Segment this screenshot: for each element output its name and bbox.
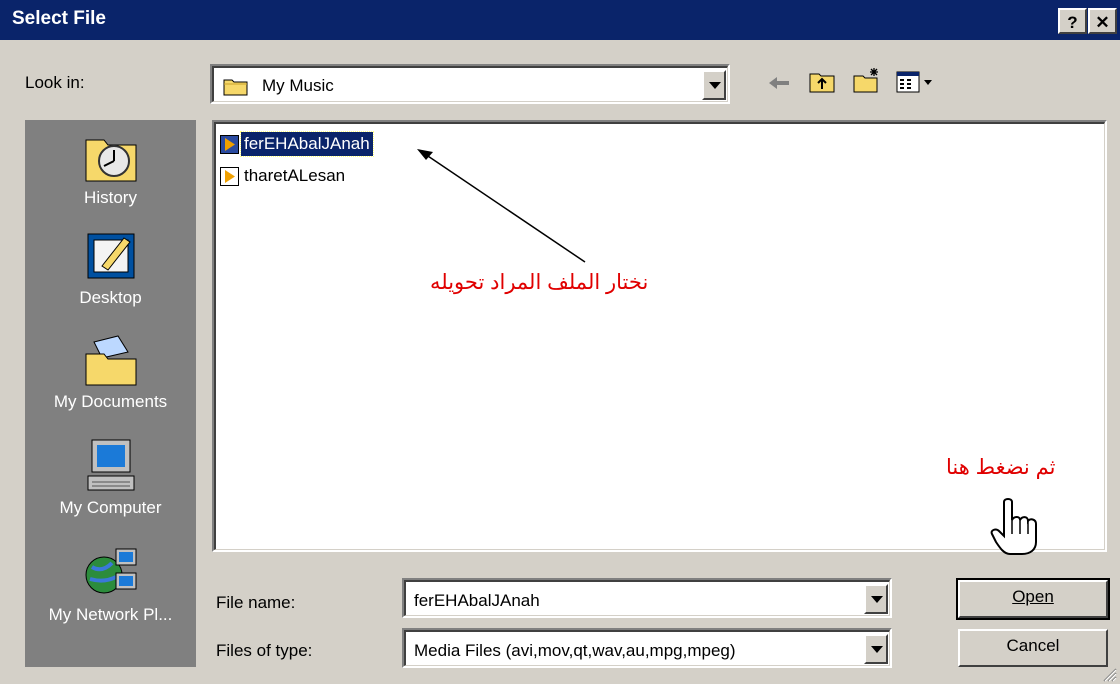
- title-bar: [0, 0, 1120, 40]
- places-item-history[interactable]: History: [25, 128, 196, 208]
- look-in-combobox[interactable]: My Music: [210, 64, 730, 104]
- file-name: ferEHAbalJAnah: [240, 131, 374, 157]
- my-computer-icon: [87, 439, 134, 491]
- file-name-label: File name:: [216, 593, 296, 612]
- resize-grip-icon[interactable]: [1100, 666, 1118, 682]
- file-type-value: Media Files (avi,mov,qt,wav,au,mpg,mpeg): [414, 641, 736, 660]
- desktop-icon: [87, 233, 134, 279]
- help-button[interactable]: ?: [1058, 8, 1087, 34]
- list-item[interactable]: tharetALesan: [220, 164, 348, 188]
- list-item[interactable]: ferEHAbalJAnah: [220, 131, 374, 157]
- window-title: Select File: [12, 8, 106, 29]
- file-name-combobox[interactable]: ferEHAbalJAnah: [402, 578, 892, 618]
- cancel-button[interactable]: Cancel: [958, 629, 1108, 667]
- annotation-select-file: نختار الملف المراد تحويله: [430, 271, 649, 294]
- look-in-value: My Music: [262, 76, 334, 95]
- media-file-icon: [220, 166, 239, 186]
- places-item-label: My Computer: [59, 498, 162, 517]
- file-list[interactable]: ferEHAbalJAnah tharetALesan: [212, 120, 1107, 552]
- my-network-places-icon: [85, 548, 136, 594]
- view-menu-icon[interactable]: [896, 70, 936, 94]
- close-button[interactable]: ✕: [1088, 8, 1117, 34]
- file-type-label: Files of type:: [216, 641, 313, 660]
- up-folder-icon[interactable]: [808, 68, 836, 94]
- look-in-dropdown-button[interactable]: [702, 70, 726, 100]
- annotation-click-here: ثم نضغط هنا: [946, 456, 1056, 479]
- folder-icon: [223, 79, 248, 96]
- pointing-hand-icon: [990, 498, 1037, 555]
- file-type-dropdown-button[interactable]: [864, 634, 888, 664]
- places-item-label: My Documents: [53, 392, 168, 411]
- history-icon: [85, 139, 136, 182]
- open-button[interactable]: Open: [956, 578, 1110, 620]
- places-item-my-network-places[interactable]: My Network Pl...: [25, 545, 196, 625]
- places-item-label: My Network Pl...: [48, 605, 173, 624]
- new-folder-icon[interactable]: [852, 66, 882, 94]
- annotation-arrow: [417, 149, 586, 263]
- places-item-my-documents[interactable]: My Documents: [25, 332, 196, 412]
- file-type-select[interactable]: Media Files (avi,mov,qt,wav,au,mpg,mpeg): [402, 628, 892, 668]
- media-file-icon: [220, 134, 239, 154]
- places-item-label: Desktop: [79, 288, 142, 307]
- my-documents-icon: [85, 335, 136, 386]
- file-name: tharetALesan: [244, 166, 346, 185]
- look-in-label: Look in:: [25, 73, 85, 92]
- file-name-dropdown-button[interactable]: [864, 584, 888, 614]
- places-item-label: History: [84, 188, 137, 207]
- places-item-desktop[interactable]: Desktop: [25, 228, 196, 308]
- file-name-input[interactable]: ferEHAbalJAnah: [414, 591, 540, 611]
- back-icon[interactable]: [767, 73, 793, 93]
- places-item-my-computer[interactable]: My Computer: [25, 438, 196, 518]
